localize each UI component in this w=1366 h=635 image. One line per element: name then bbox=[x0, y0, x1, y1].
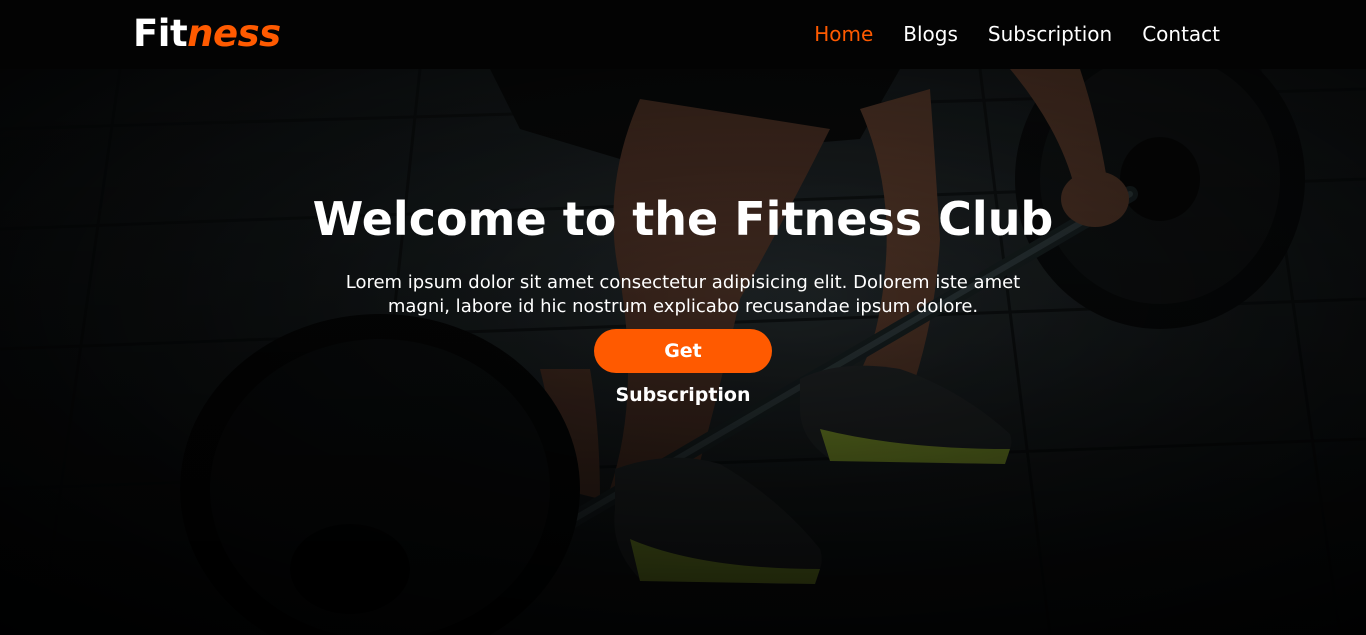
hero-section: Welcome to the Fitness Club Lorem ipsum … bbox=[0, 69, 1366, 635]
hero-title: Welcome to the Fitness Club bbox=[312, 192, 1054, 246]
nav-link-contact[interactable]: Contact bbox=[1142, 20, 1220, 48]
site-logo[interactable]: Fitness bbox=[133, 12, 281, 56]
nav-links: Home Blogs Subscription Contact bbox=[814, 20, 1220, 48]
logo-ness: ness bbox=[187, 12, 281, 55]
navbar: Fitness Home Blogs Subscription Contact bbox=[0, 0, 1366, 69]
hero-description: Lorem ipsum dolor sit amet consectetur a… bbox=[345, 272, 1021, 317]
logo-fit: Fit bbox=[133, 12, 188, 55]
nav-link-home[interactable]: Home bbox=[814, 20, 873, 48]
get-subscription-button[interactable]: Get Subscription bbox=[594, 329, 772, 406]
nav-link-subscription[interactable]: Subscription bbox=[988, 20, 1112, 48]
nav-link-blogs[interactable]: Blogs bbox=[903, 20, 958, 48]
